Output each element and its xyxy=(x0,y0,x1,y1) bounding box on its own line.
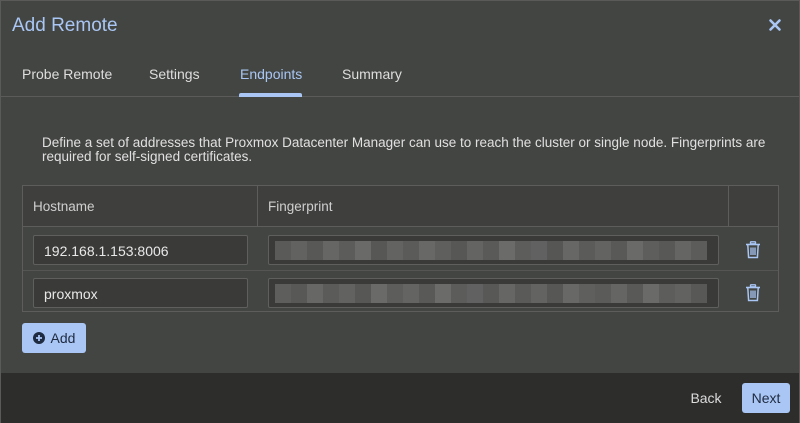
tab-summary[interactable]: Summary xyxy=(342,66,402,82)
table-row: proxmox xyxy=(23,270,778,312)
table-row: 192.168.1.153:8006 xyxy=(23,228,778,270)
close-icon[interactable] xyxy=(767,17,783,33)
dialog-titlebar: Add Remote xyxy=(1,1,799,53)
column-divider xyxy=(257,186,258,227)
back-button[interactable]: Back xyxy=(681,383,731,413)
add-endpoint-button[interactable]: Add xyxy=(22,323,86,353)
delete-row-button[interactable] xyxy=(745,241,761,259)
hostname-field[interactable]: proxmox xyxy=(33,278,248,308)
column-hostname: Hostname xyxy=(33,199,95,214)
add-button-label: Add xyxy=(50,330,76,346)
wizard-tabs: Probe Remote Settings Endpoints Summary xyxy=(1,53,799,97)
hostname-field[interactable]: 192.168.1.153:8006 xyxy=(33,235,248,265)
column-divider xyxy=(728,186,729,227)
column-fingerprint: Fingerprint xyxy=(268,199,333,214)
add-remote-dialog: Add Remote Probe Remote Settings Endpoin… xyxy=(0,0,800,423)
fingerprint-field[interactable] xyxy=(268,235,719,265)
active-tab-indicator xyxy=(239,93,302,97)
redacted-fingerprint xyxy=(275,241,707,260)
plus-circle-icon xyxy=(32,332,45,344)
redacted-fingerprint xyxy=(275,284,707,303)
delete-row-button[interactable] xyxy=(745,284,761,302)
fingerprint-field[interactable] xyxy=(268,278,719,308)
next-button[interactable]: Next xyxy=(742,383,790,413)
grid-header: Hostname Fingerprint xyxy=(23,186,778,227)
tab-probe-remote[interactable]: Probe Remote xyxy=(22,66,112,82)
endpoints-description: Define a set of addresses that Proxmox D… xyxy=(42,135,766,164)
dialog-title: Add Remote xyxy=(12,15,118,36)
dialog-footer: Back Next xyxy=(1,373,799,423)
endpoints-grid: Hostname Fingerprint 192.168.1.153:8006 xyxy=(22,185,779,312)
tab-settings[interactable]: Settings xyxy=(149,66,200,82)
tab-endpoints[interactable]: Endpoints xyxy=(240,66,302,82)
